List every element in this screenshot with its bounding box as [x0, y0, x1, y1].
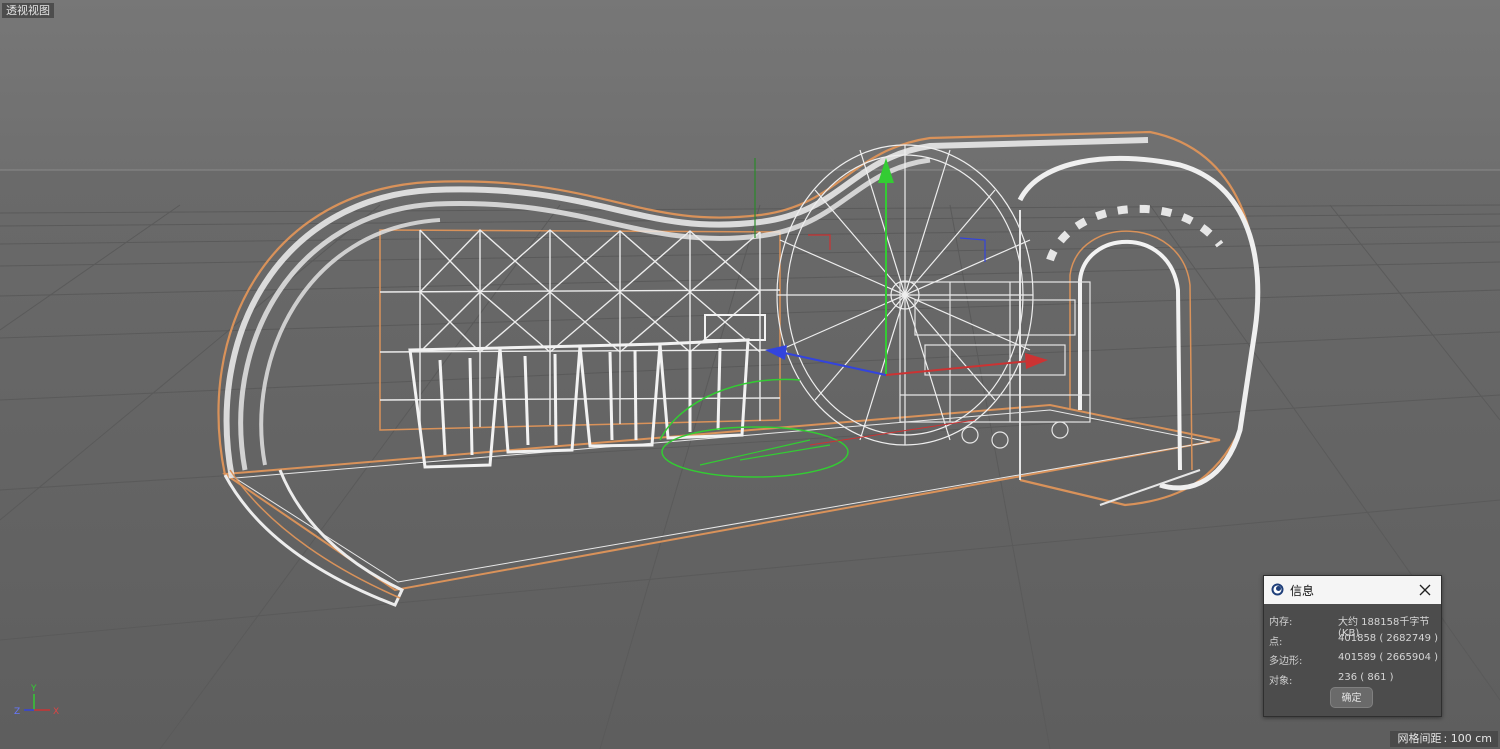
- axis-label-x: X: [53, 707, 59, 717]
- perspective-viewport[interactable]: 透视视图 Y Z X 网格间距: 100 cm 信息 内存: 大约 188158…: [0, 0, 1500, 749]
- close-icon[interactable]: [1417, 582, 1433, 598]
- info-row-memory: 内存: 大约 188158千字节(KB): [1264, 609, 1441, 639]
- grid-spacing-readout: 网格间距: 100 cm: [1389, 731, 1498, 747]
- cinema4d-logo-icon: [1271, 583, 1284, 596]
- info-row-value: 401858 ( 2682749 ): [1338, 632, 1439, 644]
- info-row-value: 401589 ( 2665904 ): [1338, 652, 1439, 663]
- info-stats: 内存: 大约 188158千字节(KB) 点: 401858 ( 2682749…: [1264, 604, 1441, 687]
- grid-spacing-value: : 100 cm: [1443, 732, 1492, 745]
- info-row-value: 236 ( 861 ): [1338, 671, 1394, 683]
- info-row-label: 对象:: [1269, 675, 1293, 687]
- info-row-label: 内存:: [1269, 617, 1293, 628]
- info-dialog-titlebar[interactable]: 信息: [1264, 576, 1441, 604]
- curved-arch-roof[interactable]: [217, 130, 1259, 607]
- right-ring-portal[interactable]: [1017, 155, 1261, 506]
- grid-spacing-label: 网格间距: [1397, 732, 1442, 745]
- info-row-polygons: 多边形: 401589 ( 2665904 ): [1264, 648, 1441, 668]
- info-dialog[interactable]: 信息 内存: 大约 188158千字节(KB) 点: 401858 ( 2682…: [1263, 575, 1442, 717]
- axis-label-z: Z: [14, 707, 20, 717]
- view-label[interactable]: 透视视图: [2, 3, 54, 18]
- axis-label-y: Y: [30, 684, 37, 694]
- axis-indicator: Y Z X: [12, 680, 72, 729]
- info-dialog-title: 信息: [1290, 584, 1315, 598]
- info-row-label: 点:: [1269, 636, 1283, 648]
- wheel-structure[interactable]: [776, 144, 1034, 446]
- axis-icon: Y Z X: [14, 684, 59, 717]
- info-row-objects: 对象: 236 ( 861 ): [1264, 668, 1441, 688]
- base-platform[interactable]: [222, 403, 1221, 592]
- info-row-points: 点: 401858 ( 2682749 ): [1264, 629, 1441, 649]
- info-row-label: 多边形:: [1269, 656, 1303, 667]
- ok-button[interactable]: 确定: [1330, 687, 1373, 708]
